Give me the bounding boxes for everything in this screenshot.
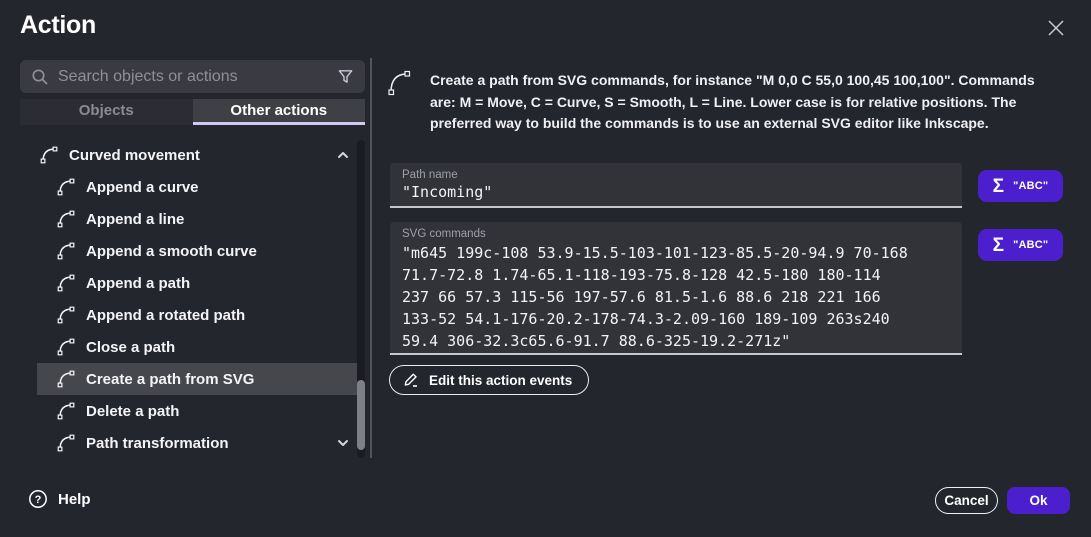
chevron-down-icon[interactable] xyxy=(336,437,350,449)
path-name-field[interactable]: Path name "Incoming" xyxy=(390,163,962,208)
curve-icon xyxy=(55,272,77,294)
path-name-label: Path name xyxy=(402,169,950,181)
path-name-expression-button[interactable]: Σ "ABC" xyxy=(978,170,1063,202)
abc-label: "ABC" xyxy=(1013,180,1048,192)
curve-icon xyxy=(55,368,77,390)
edit-button-label: Edit this action events xyxy=(429,373,572,388)
curve-icon xyxy=(385,66,413,98)
page-title: Action xyxy=(20,11,96,40)
abc-label: "ABC" xyxy=(1013,239,1048,251)
list-item-create-a-path-from-svg[interactable]: Create a path from SVG xyxy=(37,363,358,395)
curve-icon xyxy=(55,176,77,198)
action-description: Create a path from SVG commands, for ins… xyxy=(430,70,1048,135)
sigma-icon: Σ xyxy=(993,236,1004,255)
list-item-append-a-line[interactable]: Append a line xyxy=(37,203,358,235)
scrollbar-thumb[interactable] xyxy=(357,380,365,450)
search-bar xyxy=(20,60,365,93)
tab-other-actions[interactable]: Other actions xyxy=(193,99,366,125)
list-item-append-a-curve[interactable]: Append a curve xyxy=(37,171,358,203)
filter-icon[interactable] xyxy=(337,68,354,85)
svg-commands-field[interactable]: SVG commands "m645 199c-108 53.9-15.5-10… xyxy=(390,222,962,355)
search-input[interactable] xyxy=(58,68,328,86)
list-item-close-a-path[interactable]: Close a path xyxy=(37,331,358,363)
action-dialog: Action Objects Other actions xyxy=(0,0,1091,537)
curve-icon xyxy=(55,336,77,358)
curve-icon xyxy=(55,208,77,230)
svg-commands-expression-button[interactable]: Σ "ABC" xyxy=(978,229,1063,261)
svg-commands-value[interactable]: "m645 199c-108 53.9-15.5-103-101-123-85.… xyxy=(402,242,950,352)
list-scrollbar[interactable] xyxy=(357,140,365,458)
curve-icon xyxy=(55,304,77,326)
close-icon xyxy=(1047,19,1065,37)
help-label: Help xyxy=(58,491,91,508)
tab-bar: Objects Other actions xyxy=(20,99,365,125)
list-item-delete-a-path[interactable]: Delete a path xyxy=(37,395,358,427)
chevron-up-icon[interactable] xyxy=(336,149,350,161)
pencil-icon xyxy=(402,371,420,389)
cancel-button[interactable]: Cancel xyxy=(935,487,998,514)
edit-action-events-button[interactable]: Edit this action events xyxy=(389,365,589,395)
list-item-append-a-smooth-curve[interactable]: Append a smooth curve xyxy=(37,235,358,267)
panel-divider xyxy=(370,58,372,458)
list-item-path-transformation[interactable]: Path transformation xyxy=(37,427,358,459)
help-button[interactable]: ? Help xyxy=(28,489,91,509)
list-item-append-a-rotated-path[interactable]: Append a rotated path xyxy=(37,299,358,331)
tab-underline xyxy=(193,122,366,125)
curve-icon xyxy=(55,400,77,422)
curve-icon xyxy=(55,240,77,262)
ok-button[interactable]: Ok xyxy=(1007,487,1070,514)
search-icon xyxy=(31,68,49,86)
tab-underline xyxy=(20,122,193,125)
path-name-value[interactable]: "Incoming" xyxy=(402,183,950,201)
group-label: Curved movement xyxy=(69,147,200,164)
curve-icon xyxy=(38,144,60,166)
curve-icon xyxy=(55,432,77,454)
svg-text:?: ? xyxy=(35,494,42,506)
help-icon: ? xyxy=(28,489,48,509)
actions-list: Curved movement Append a curve Append a … xyxy=(20,139,358,459)
sigma-icon: Σ xyxy=(993,177,1004,196)
tab-objects[interactable]: Objects xyxy=(20,99,193,125)
group-curved-movement[interactable]: Curved movement xyxy=(20,139,358,171)
close-button[interactable] xyxy=(1044,16,1068,40)
svg-commands-label: SVG commands xyxy=(402,228,950,240)
list-item-append-a-path[interactable]: Append a path xyxy=(37,267,358,299)
